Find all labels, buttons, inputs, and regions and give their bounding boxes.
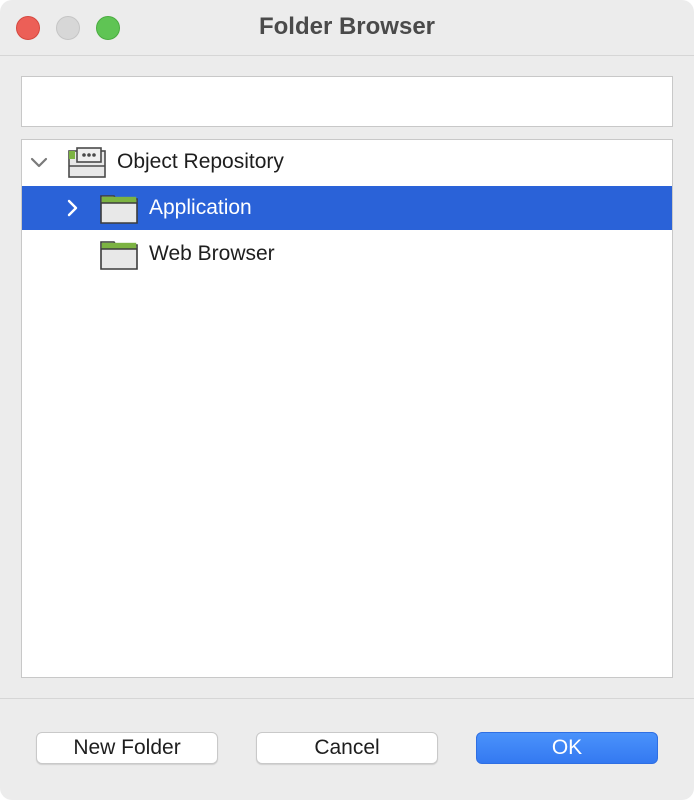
ok-button[interactable]: OK [476, 732, 658, 764]
tree-row-application[interactable]: Application [22, 186, 672, 230]
new-folder-button[interactable]: New Folder [36, 732, 218, 764]
folder-tree: Object Repository Application Web Browse… [21, 139, 673, 678]
repository-icon [68, 147, 106, 178]
tree-row-object-repository[interactable]: Object Repository [22, 140, 672, 184]
cancel-button[interactable]: Cancel [256, 732, 438, 764]
path-input[interactable] [21, 76, 673, 127]
tree-row-label: Object Repository [117, 150, 284, 173]
window-title: Folder Browser [258, 13, 436, 40]
tree-row-web-browser[interactable]: Web Browser [22, 232, 672, 276]
tree-row-label: Application [149, 196, 252, 219]
folder-icon [100, 195, 138, 224]
chevron-right-icon[interactable] [62, 198, 82, 218]
tree-row-label: Web Browser [149, 242, 275, 265]
folder-browser-window: Folder Browser Object Repository Applica… [0, 0, 694, 800]
folder-icon [100, 241, 138, 270]
chevron-down-icon[interactable] [29, 152, 49, 172]
title-bar: Folder Browser [0, 0, 694, 56]
